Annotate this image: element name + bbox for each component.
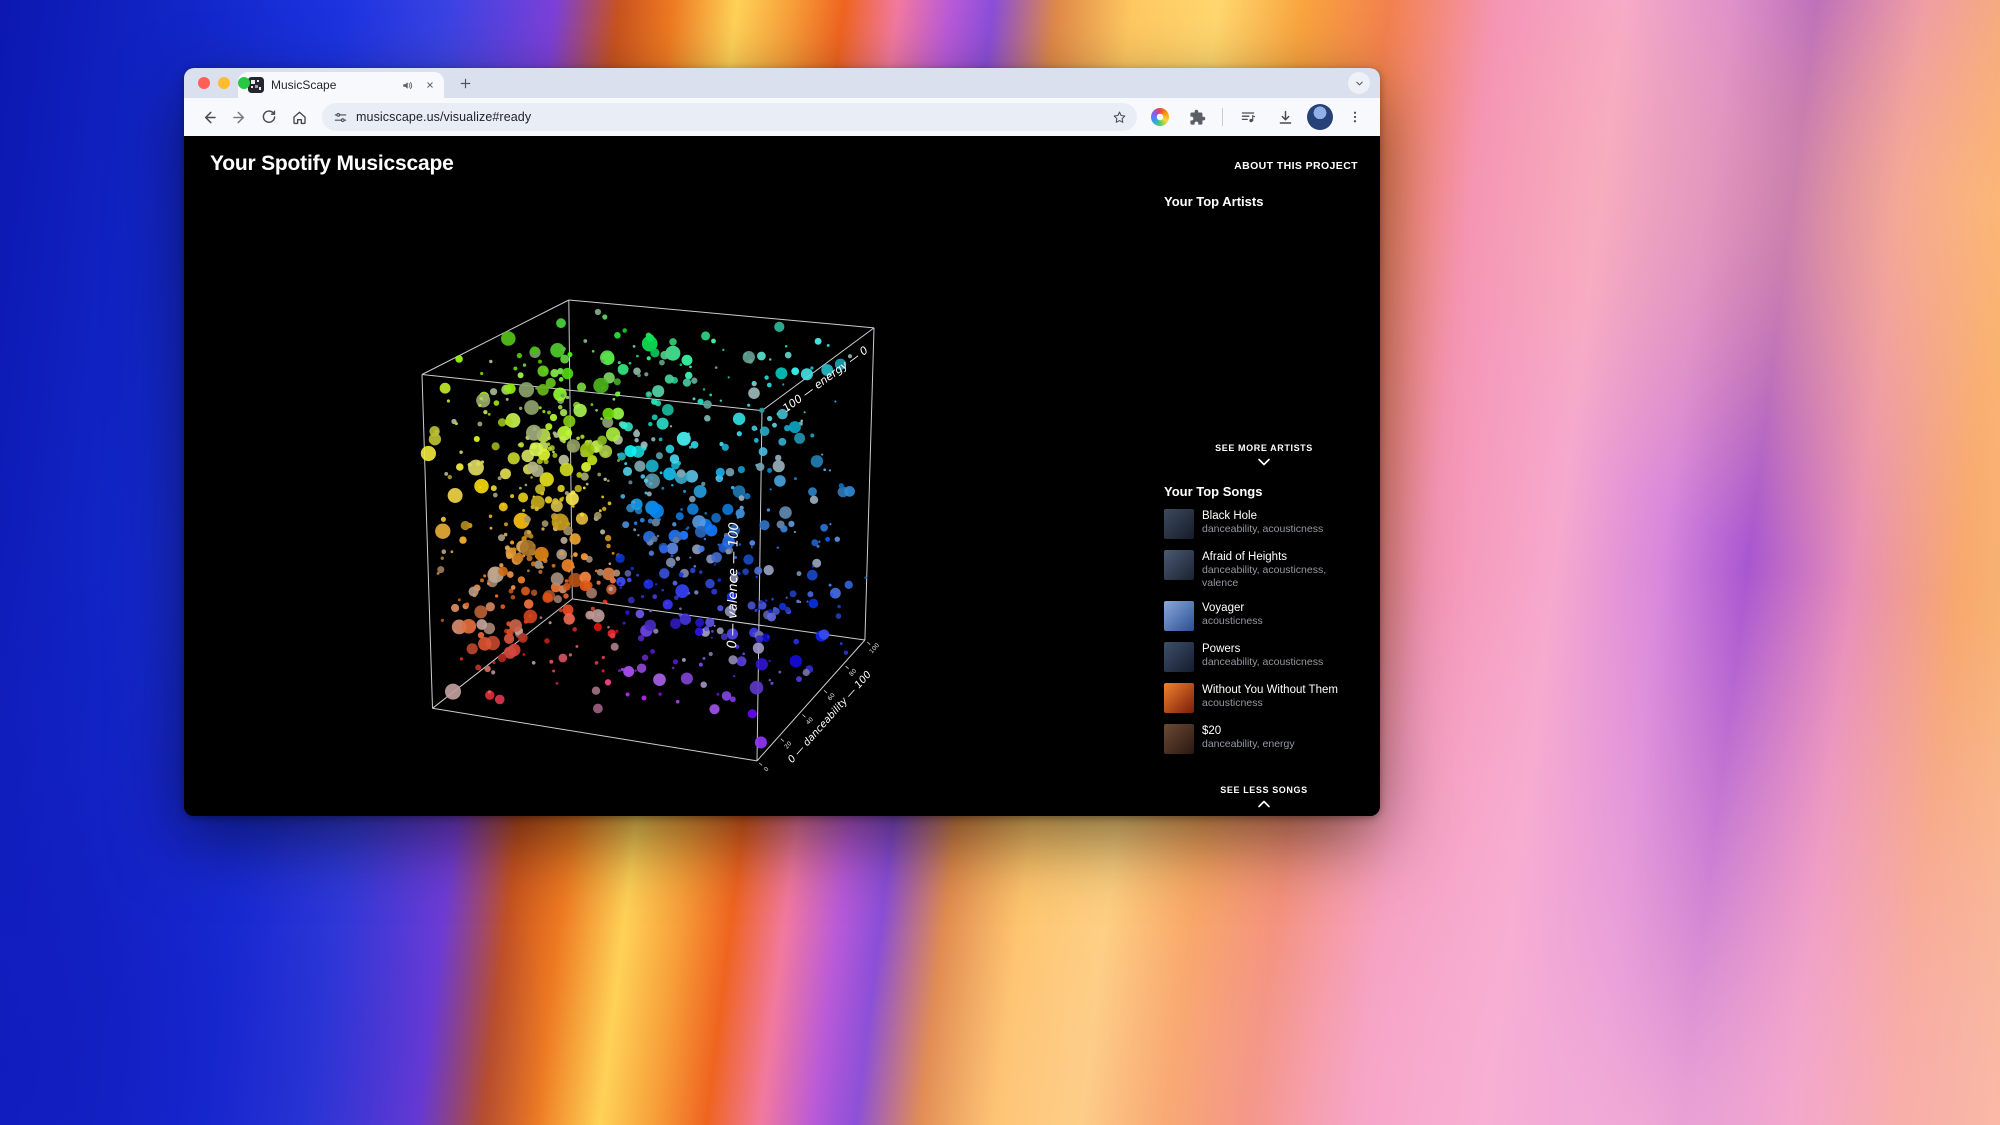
songs-list: Black Hole danceability, acousticness Af…: [1164, 509, 1364, 754]
song-features: danceability, energy: [1202, 738, 1295, 750]
bookmark-star-button[interactable]: [1111, 109, 1127, 125]
song-meta: Powers danceability, acousticness: [1202, 642, 1323, 669]
top-artists-heading: Your Top Artists: [1164, 194, 1264, 209]
downloads-button[interactable]: [1270, 102, 1300, 132]
song-row[interactable]: Voyager acousticness: [1164, 601, 1364, 631]
back-button[interactable]: [194, 102, 224, 132]
svg-text:0: 0: [763, 766, 771, 774]
song-art: [1164, 724, 1194, 754]
song-meta: Black Hole danceability, acousticness: [1202, 509, 1323, 536]
song-row[interactable]: Afraid of Heights danceability, acoustic…: [1164, 550, 1364, 590]
tab-audio-icon[interactable]: [399, 77, 415, 93]
see-more-artists-label: SEE MORE ARTISTS: [1215, 443, 1313, 453]
download-icon: [1279, 110, 1291, 124]
url-bar[interactable]: musicscape.us/visualize#ready: [322, 103, 1137, 131]
menu-button[interactable]: [1340, 102, 1370, 132]
profile-avatar[interactable]: [1307, 104, 1333, 130]
page-content: Your Spotify Musicscape ABOUT THIS PROJE…: [184, 136, 1380, 816]
kebab-menu-icon: [1353, 111, 1357, 123]
desktop-wallpaper: MusicScape musicscape.us/visualize#ready…: [0, 0, 2000, 1125]
back-arrow-icon: [204, 111, 216, 123]
svg-text:0 — danceability — 100: 0 — danceability — 100: [786, 669, 874, 765]
chevron-up-icon: [1258, 800, 1270, 808]
see-less-songs-button[interactable]: SEE LESS SONGS: [1164, 779, 1364, 808]
svg-text:0 — valence — 100: 0 — valence — 100: [725, 522, 742, 648]
song-features: danceability, acousticness, valence: [1202, 564, 1327, 589]
see-less-songs-label: SEE LESS SONGS: [1220, 785, 1308, 795]
song-art: [1164, 601, 1194, 631]
fullscreen-window-button[interactable]: [238, 77, 250, 89]
puzzle-icon: [1189, 109, 1205, 125]
svg-text:100 — energy — 0: 100 — energy — 0: [780, 344, 870, 415]
tab-close-icon[interactable]: [422, 77, 438, 93]
svg-text:60: 60: [826, 692, 836, 702]
artist-grid: [1164, 215, 1364, 443]
song-row[interactable]: Powers danceability, acousticness: [1164, 642, 1364, 672]
svg-text:40: 40: [805, 716, 815, 726]
star-icon: [1113, 111, 1125, 123]
svg-text:80: 80: [848, 667, 858, 677]
song-title: Voyager: [1202, 602, 1245, 614]
song-row[interactable]: Black Hole danceability, acousticness: [1164, 509, 1364, 539]
home-icon: [292, 111, 306, 124]
extension-color-wheel-icon: [1151, 108, 1169, 126]
top-songs-heading: Your Top Songs: [1164, 484, 1263, 499]
minimize-window-button[interactable]: [218, 77, 230, 89]
song-art: [1164, 683, 1194, 713]
toolbar-divider: [1222, 108, 1223, 126]
song-features: danceability, acousticness: [1202, 656, 1324, 668]
forward-arrow-icon: [232, 111, 244, 123]
svg-text:20: 20: [783, 740, 793, 750]
plus-icon: [460, 78, 470, 88]
site-settings-icon[interactable]: [332, 109, 348, 125]
home-button[interactable]: [284, 102, 314, 132]
media-controls-button[interactable]: [1233, 102, 1263, 132]
new-tab-button[interactable]: [452, 70, 478, 96]
song-features: danceability, acousticness: [1202, 523, 1324, 535]
reload-button[interactable]: [254, 102, 284, 132]
song-art: [1164, 642, 1194, 672]
chevron-down-icon: [1355, 81, 1363, 85]
song-title: Without You Without Them: [1202, 684, 1338, 696]
song-row[interactable]: $20 danceability, energy: [1164, 724, 1364, 754]
song-meta: Afraid of Heights danceability, acoustic…: [1202, 550, 1364, 590]
reload-icon: [262, 110, 276, 123]
close-window-button[interactable]: [198, 77, 210, 89]
song-title: Afraid of Heights: [1202, 551, 1288, 563]
song-meta: $20 danceability, energy: [1202, 724, 1295, 751]
song-title: Black Hole: [1202, 510, 1257, 522]
song-art: [1164, 550, 1194, 580]
tab-strip: MusicScape: [184, 68, 1380, 98]
tab-favicon-icon: [248, 77, 264, 93]
song-features: acousticness: [1202, 697, 1263, 709]
sidebar: Your Top Artists SEE MORE ARTISTS Your T…: [1164, 136, 1380, 816]
forward-button[interactable]: [224, 102, 254, 132]
window-controls: [198, 77, 250, 89]
browser-window: MusicScape musicscape.us/visualize#ready…: [184, 68, 1380, 816]
song-art: [1164, 509, 1194, 539]
tab-title: MusicScape: [271, 78, 337, 92]
browser-tab[interactable]: MusicScape: [238, 72, 444, 98]
song-row[interactable]: Without You Without Them acousticness: [1164, 683, 1364, 713]
song-title: $20: [1202, 725, 1222, 737]
tab-list-chevron-button[interactable]: [1348, 72, 1370, 94]
musicscape-3d-plot[interactable]: 0 — valence — 100 100 — energy — 0 0 20 40 60…: [400, 252, 960, 784]
song-meta: Voyager acousticness: [1202, 601, 1263, 628]
page-title: Your Spotify Musicscape: [210, 152, 454, 175]
media-controls-icon: [1241, 112, 1256, 123]
chevron-down-icon: [1258, 458, 1270, 466]
browser-toolbar: musicscape.us/visualize#ready: [184, 98, 1380, 136]
song-title: Powers: [1202, 643, 1241, 655]
see-more-artists-button[interactable]: SEE MORE ARTISTS: [1164, 443, 1364, 466]
svg-text:100: 100: [868, 642, 881, 655]
toolbar-right-icons: [1145, 102, 1370, 132]
extensions-button[interactable]: [1182, 102, 1212, 132]
song-meta: Without You Without Them acousticness: [1202, 683, 1338, 710]
pinned-extension-button[interactable]: [1145, 102, 1175, 132]
url-text: musicscape.us/visualize#ready: [356, 110, 532, 124]
song-features: acousticness: [1202, 615, 1263, 627]
